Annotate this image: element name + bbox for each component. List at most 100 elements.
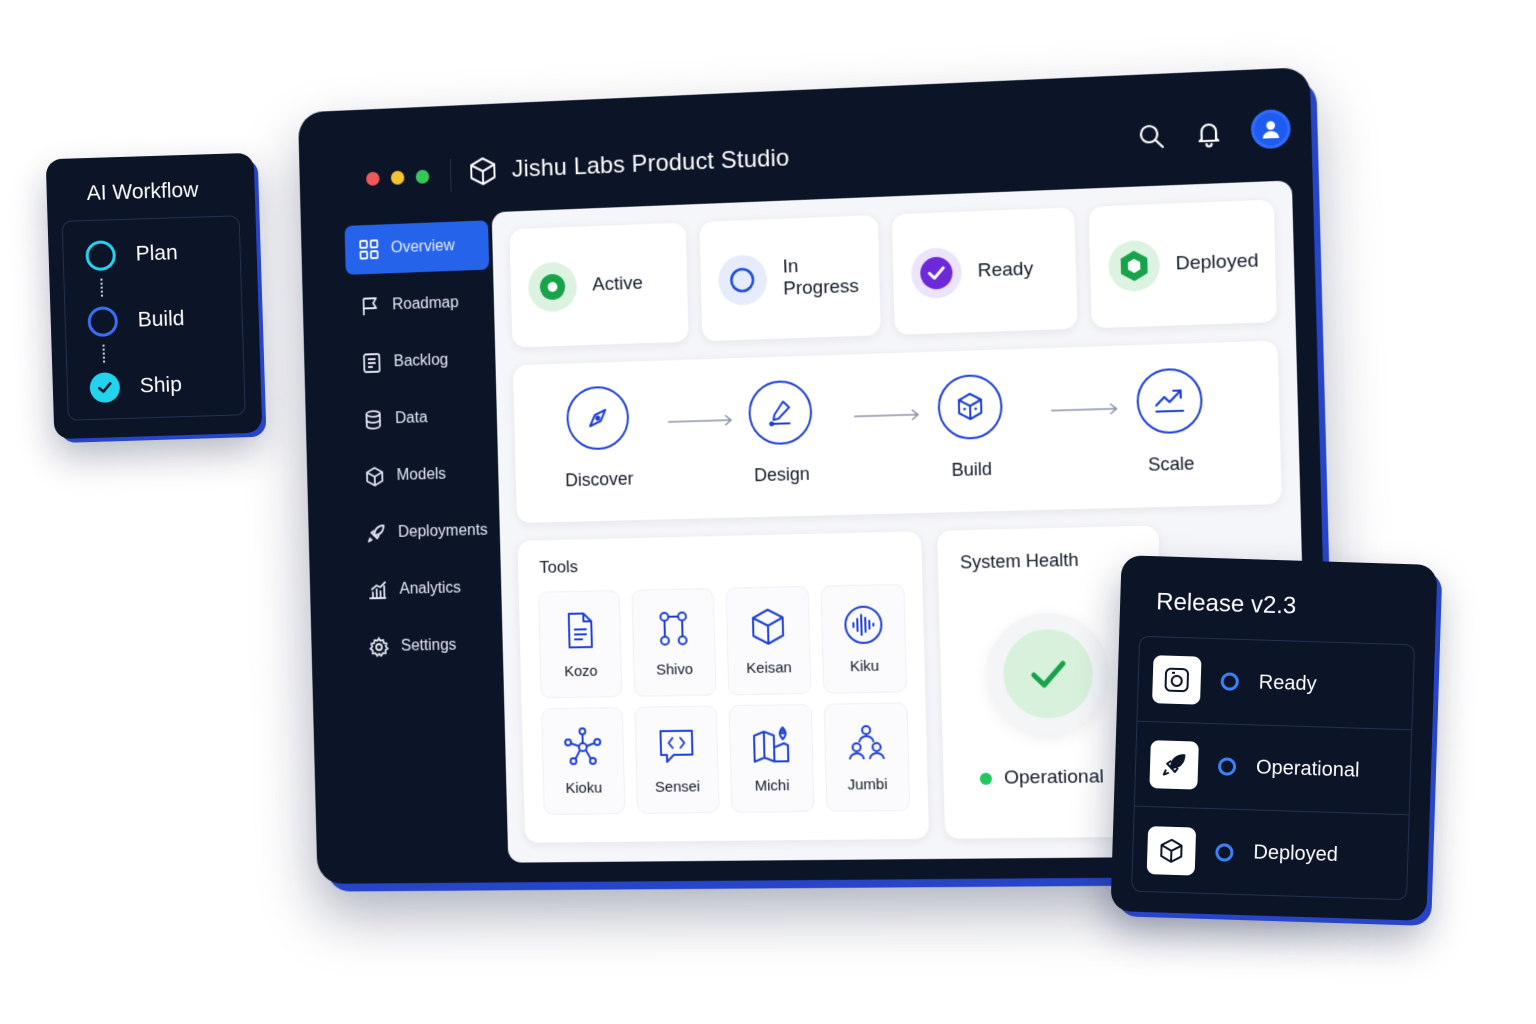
cube-icon [364,466,386,488]
ring-icon [85,240,116,271]
sidebar-item-overview[interactable]: Overview [345,220,490,275]
workflow-step-ship[interactable]: Ship [89,370,182,403]
tool-label: Sensei [655,778,700,795]
sidebar-item-label: Deployments [398,522,488,542]
flag-icon [360,295,381,317]
sidebar-item-settings[interactable]: Settings [355,620,500,672]
flow-step-discover[interactable]: Discover [539,385,658,492]
sidebar-item-label: Data [395,409,428,428]
workflow-step-build[interactable]: Build [87,304,185,337]
sidebar-item-models[interactable]: Models [350,449,495,502]
release-item-deployed[interactable]: Deployed [1132,807,1409,901]
tool-michi[interactable]: Michi [729,704,815,813]
ring-icon [1218,757,1237,776]
rocket-icon [365,522,387,544]
workflow-steps: Plan Build Ship [62,215,246,420]
audio-wave-icon [842,603,885,646]
tool-label: Kioku [565,779,602,796]
release-item-operational[interactable]: Operational [1135,722,1412,816]
health-ring [986,612,1111,735]
flow-step-label: Discover [541,468,658,492]
connector-line [103,345,106,363]
close-window-button[interactable] [366,172,380,186]
status-card-deployed[interactable]: Deployed [1088,200,1277,329]
release-item-label: Ready [1258,671,1317,696]
pipeline-card: Discover Design Build Scale [513,341,1282,524]
maximize-window-button[interactable] [416,170,430,184]
camera-icon [1152,655,1201,704]
map-pin-icon [750,723,793,766]
tool-keisan[interactable]: Keisan [726,586,812,695]
user-icon [1259,117,1282,140]
check-badge-icon [911,247,963,299]
status-dot-icon [980,773,992,785]
sidebar-item-backlog[interactable]: Backlog [347,335,492,389]
flow-step-build[interactable]: Build [909,373,1033,482]
sidebar-item-label: Backlog [394,352,449,371]
status-card-in-progress[interactable]: In Progress [699,215,881,341]
status-label: Ready [977,258,1033,282]
flow-step-label: Build [911,458,1033,482]
compass-icon [581,401,615,436]
tools-card: Tools Kozo Shivo Keisan Kiku Kioku Sense… [517,531,929,843]
chart-icon [367,579,389,601]
tools-title: Tools [539,557,578,578]
release-item-label: Operational [1256,756,1360,782]
status-row: Active In Progress Ready Deployed [509,200,1276,348]
tool-kioku[interactable]: Kioku [541,707,625,815]
health-title: System Health [960,550,1079,574]
flow-step-label: Scale [1109,452,1233,477]
sidebar-item-analytics[interactable]: Analytics [353,563,498,615]
hexagon-icon [1107,240,1160,293]
tool-sensei[interactable]: Sensei [634,705,719,813]
code-chat-icon [655,724,697,766]
health-status: Operational [980,766,1105,790]
workflow-step-label: Ship [139,373,182,398]
connector-line [100,279,103,297]
tool-label: Kozo [564,662,598,679]
team-icon [845,721,888,764]
tool-label: Shivo [656,661,693,679]
checkmark-icon [1022,648,1074,699]
sidebar-item-label: Settings [401,637,457,656]
search-icon[interactable] [1135,120,1167,152]
sidebar-item-label: Analytics [399,580,461,599]
gear-icon [368,636,390,658]
box-icon [953,389,988,424]
app-title: Jishu Labs Product Studio [511,144,789,183]
tool-label: Michi [755,777,790,794]
network-icon [562,726,604,768]
tool-shivo[interactable]: Shivo [631,588,716,697]
health-status-label: Operational [1004,766,1104,789]
tool-kozo[interactable]: Kozo [538,590,622,698]
tool-label: Keisan [746,659,792,677]
sidebar-item-label: Overview [391,237,455,257]
status-card-ready[interactable]: Ready [892,207,1077,335]
bell-icon[interactable] [1193,118,1225,150]
grid-icon [358,238,379,260]
sidebar-nav: Overview Roadmap Backlog Data Models Dep… [345,220,500,680]
flow-step-label: Design [722,463,841,487]
workflow-step-plan[interactable]: Plan [85,238,178,271]
flow-step-scale[interactable]: Scale [1107,367,1233,477]
database-icon [363,409,385,431]
tools-grid: Kozo Shivo Keisan Kiku Kioku Sensei Mich… [538,584,910,815]
release-card: Release v2.3 Ready Operational Deployed [1110,555,1437,921]
tool-jumbi[interactable]: Jumbi [824,702,911,811]
tool-label: Kiku [850,657,880,675]
release-title: Release v2.3 [1156,588,1297,620]
sidebar-item-label: Models [396,466,446,485]
flow-step-design[interactable]: Design [720,379,842,487]
sidebar-item-deployments[interactable]: Deployments [352,506,497,559]
release-item-ready[interactable]: Ready [1137,637,1414,731]
trend-up-icon [1151,382,1189,420]
workflow-step-label: Build [137,307,184,332]
minimize-window-button[interactable] [391,171,405,185]
status-label: Active [592,273,643,297]
active-dot-icon [528,261,578,312]
tool-kiku[interactable]: Kiku [821,584,908,694]
status-card-active[interactable]: Active [509,222,688,347]
sidebar-item-roadmap[interactable]: Roadmap [346,277,491,331]
user-avatar[interactable] [1251,109,1291,149]
sidebar-item-data[interactable]: Data [349,392,494,445]
